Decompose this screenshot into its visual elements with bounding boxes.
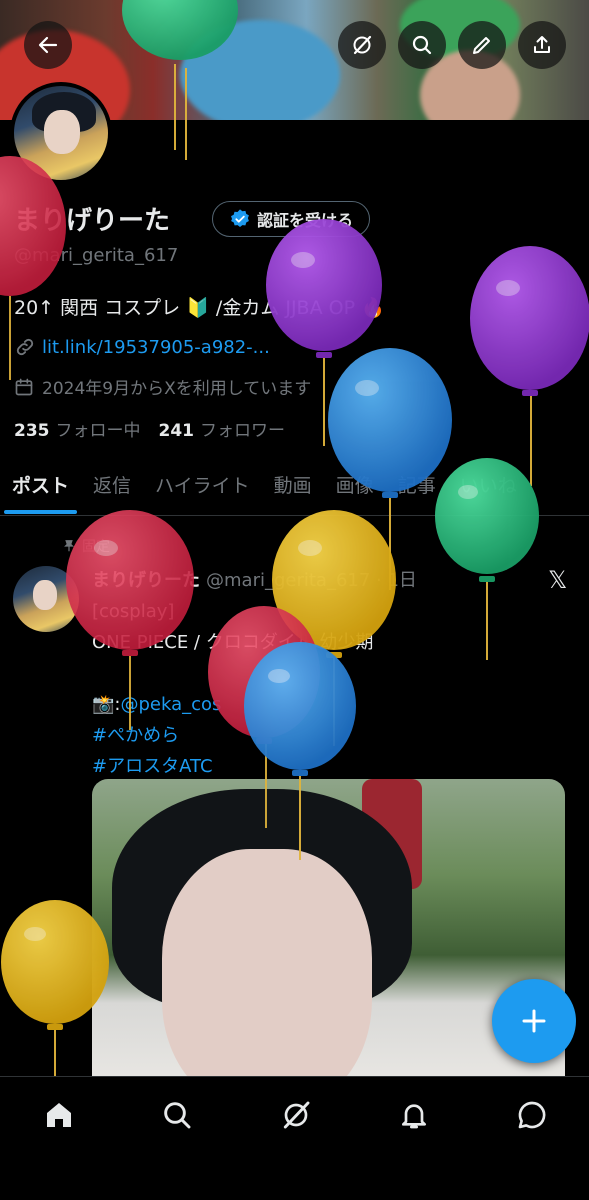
post-author[interactable]: まりげりーた xyxy=(92,566,200,592)
tab-images[interactable]: 画像 xyxy=(324,460,386,508)
search-icon xyxy=(164,1102,191,1129)
balloon-purple-1 xyxy=(266,219,382,446)
home-icon xyxy=(47,1103,71,1127)
post-mention[interactable]: @peka_cos xyxy=(120,694,221,715)
balloon-purple-2 xyxy=(470,246,589,486)
profile-avatar[interactable] xyxy=(10,82,112,184)
nav-notifications[interactable] xyxy=(394,1095,434,1135)
get-verified-label: 認証を受ける xyxy=(257,211,354,230)
link-icon xyxy=(16,338,34,356)
post-text: [cosplay] ONE PIECE / クロコダイル 幼少期 📸:@peka… xyxy=(92,596,373,782)
x-logo-icon[interactable]: 𝕏 xyxy=(548,566,567,594)
profile-joined-text: 2024年9月からXを利用しています xyxy=(42,379,312,399)
profile-name: まりげりーた xyxy=(14,206,171,236)
grok-icon xyxy=(353,35,372,55)
nav-home[interactable] xyxy=(39,1095,79,1135)
verified-badge-icon xyxy=(231,209,249,227)
post-hashtag-1[interactable]: #ぺかめら xyxy=(92,725,179,746)
tab-videos[interactable]: 動画 xyxy=(262,460,324,508)
post-line-3: 📸: xyxy=(92,694,121,715)
pinned-label: 固定 xyxy=(82,539,110,555)
tab-highlights[interactable]: ハイライト xyxy=(143,460,262,508)
profile-tabs: ポスト 返信 ハイライト 動画 画像 記事 いいね xyxy=(0,460,589,516)
profile-bio: 20↑ 関西 コスプレ 🔰 /金カム JJBA OP 🔥 xyxy=(14,297,385,319)
followers-label: フォロワー xyxy=(200,421,285,441)
post-avatar-face xyxy=(33,580,57,610)
following-link[interactable]: 235 フォロー中 xyxy=(14,416,141,441)
back-button[interactable] xyxy=(24,21,72,69)
banner-blue-hair xyxy=(180,20,340,120)
image-face xyxy=(162,849,372,1099)
post-line-2: ONE PIECE / クロコダイル 幼少期 xyxy=(92,632,374,653)
following-count: 235 xyxy=(14,421,50,441)
post-line-1: [cosplay] xyxy=(92,601,175,622)
profile-joined: 2024年9月からXを利用しています xyxy=(14,374,311,399)
tab-likes[interactable]: いいね xyxy=(448,460,529,508)
nav-search[interactable] xyxy=(157,1095,197,1135)
pencil-icon xyxy=(473,37,490,54)
compose-button[interactable] xyxy=(492,979,576,1063)
followers-link[interactable]: 241 フォロワー xyxy=(159,416,286,441)
share-button[interactable] xyxy=(518,21,566,69)
post-meta: @mari_gerita_617 · 1日 xyxy=(206,570,417,591)
post-image[interactable] xyxy=(92,779,565,1099)
calendar-icon xyxy=(15,378,33,395)
messages-icon xyxy=(518,1101,546,1129)
tab-posts[interactable]: ポスト xyxy=(0,460,81,514)
grok-icon xyxy=(283,1101,310,1129)
share-icon xyxy=(534,36,550,53)
pin-icon xyxy=(64,540,74,552)
pinned-indicator: 固定 xyxy=(62,536,110,556)
tab-replies[interactable]: 返信 xyxy=(81,460,143,508)
get-verified-button[interactable]: 認証を受ける xyxy=(212,201,371,237)
profile-link-text[interactable]: lit.link/19537905-a982-... xyxy=(42,337,270,358)
following-label: フォロー中 xyxy=(55,421,141,441)
grok-button[interactable] xyxy=(338,21,386,69)
tab-articles[interactable]: 記事 xyxy=(386,460,448,508)
followers-count: 241 xyxy=(158,421,195,441)
follow-stats: 235 フォロー中 241 フォロワー xyxy=(14,416,285,441)
post-hashtag-2[interactable]: #アロスタATC xyxy=(92,756,213,777)
profile-link[interactable]: lit.link/19537905-a982-... xyxy=(14,336,270,358)
back-arrow-icon xyxy=(38,36,58,54)
bottom-navigation xyxy=(0,1076,589,1200)
post-header: まりげりーた @mari_gerita_617 · 1日 xyxy=(92,566,417,592)
bell-icon xyxy=(402,1104,426,1129)
nav-messages[interactable] xyxy=(512,1095,552,1135)
edit-button[interactable] xyxy=(458,21,506,69)
search-button[interactable] xyxy=(398,21,446,69)
nav-grok[interactable] xyxy=(276,1095,316,1135)
plus-icon xyxy=(522,1009,546,1033)
profile-handle: @mari_gerita_617 xyxy=(14,245,179,266)
avatar-face xyxy=(44,110,80,154)
post-avatar[interactable] xyxy=(13,566,79,632)
search-icon xyxy=(412,35,432,55)
